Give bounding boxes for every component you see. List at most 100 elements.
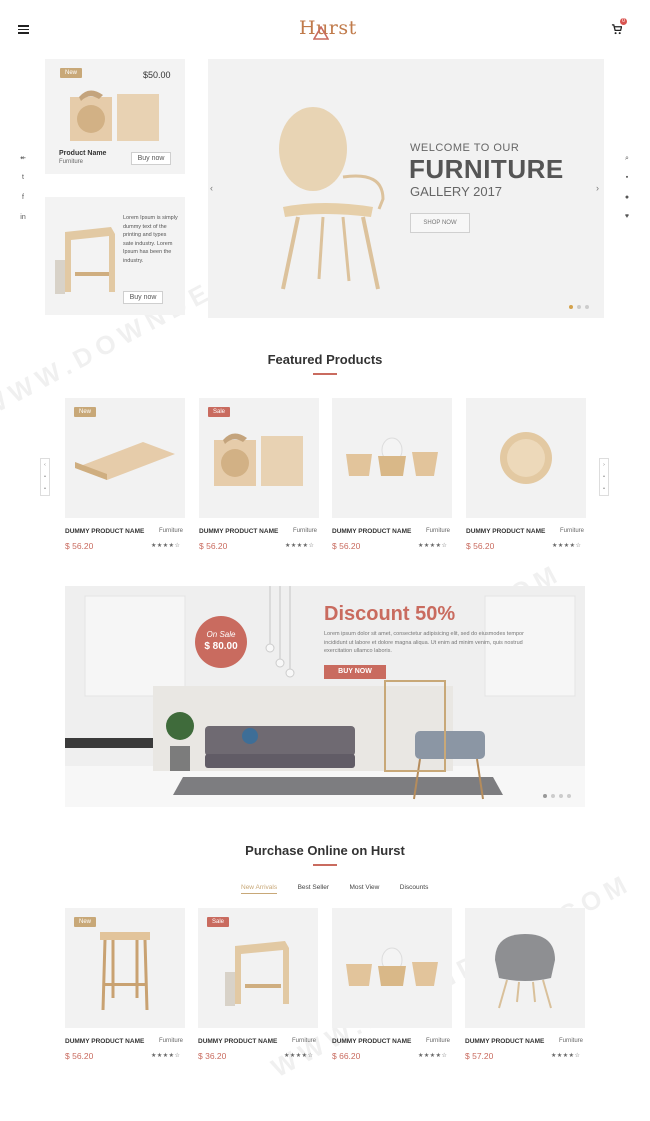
product-rating: ★★★★☆	[418, 1053, 448, 1059]
on-sale-badge: On Sale $ 80.00	[195, 616, 247, 668]
hero-slider[interactable]: WELCOME TO OUR FURNITURE GALLERY 2017 SH…	[208, 59, 604, 318]
product-rating: ★★★★☆	[552, 543, 582, 549]
search-icon[interactable]: ⌕	[623, 155, 631, 163]
product-price: $ 56.20	[199, 541, 228, 551]
discount-text: Lorem ipsum dolor sit amet, consectetur …	[324, 631, 524, 654]
product-image	[465, 908, 585, 1028]
featured-prev-button[interactable]: ‹ • •	[40, 458, 50, 496]
product-name[interactable]: DUMMY PRODUCT NAME	[65, 528, 144, 535]
on-sale-label: On Sale	[206, 630, 236, 639]
product-card[interactable]: DUMMY PRODUCT NAME Furniture $ 56.20 ★★★…	[332, 398, 452, 558]
discount-title: Discount 50%	[324, 603, 456, 625]
banner-dot[interactable]	[567, 794, 571, 798]
sale-badge: Sale	[208, 407, 231, 417]
product-price: $ 56.20	[65, 1051, 94, 1061]
buy-now-button[interactable]: BUY NOW	[324, 665, 386, 679]
product-name[interactable]: DUMMY PRODUCT NAME	[332, 1038, 411, 1045]
product-category: Furniture	[560, 528, 585, 534]
tab-most-view[interactable]: Most View	[349, 884, 379, 891]
promo-card-bottom[interactable]: Lorem Ipsum is simply dummy text of the …	[45, 197, 185, 315]
heart-icon[interactable]: ♥	[623, 213, 631, 221]
product-card[interactable]: DUMMY PRODUCT NAME Furniture $ 57.20 ★★★…	[465, 908, 585, 1068]
promo-price: $50.00	[143, 70, 171, 80]
product-name[interactable]: DUMMY PRODUCT NAME	[199, 528, 278, 535]
product-card[interactable]: Sale DUMMY PRODUCT NAME Furniture $ 36.2…	[198, 908, 318, 1068]
hero-title: FURNITURE	[409, 154, 564, 184]
product-category: Furniture	[559, 1038, 584, 1044]
product-name[interactable]: DUMMY PRODUCT NAME	[65, 1038, 144, 1045]
tab-discounts[interactable]: Discounts	[400, 884, 429, 891]
product-category: Furniture	[159, 1038, 184, 1044]
promo-product-name: Product Name	[59, 150, 107, 157]
twitter-icon[interactable]: t	[19, 174, 27, 182]
hero-chair-image	[279, 107, 385, 290]
product-card[interactable]: DUMMY PRODUCT NAME Furniture $ 66.20 ★★★…	[332, 908, 452, 1068]
menu-icon[interactable]	[18, 25, 29, 34]
product-category: Furniture	[292, 1038, 317, 1044]
promo-description: Lorem Ipsum is simply dummy text of the …	[123, 215, 178, 264]
tab-new-arrivals[interactable]: New Arrivals	[241, 884, 278, 894]
product-card[interactable]: DUMMY PRODUCT NAME Furniture $ 56.20 ★★★…	[466, 398, 586, 558]
product-image	[332, 908, 452, 1028]
on-sale-price: $ 80.00	[204, 641, 238, 652]
product-image	[466, 398, 586, 518]
product-price: $ 56.20	[466, 541, 495, 551]
slider-dot[interactable]	[569, 305, 573, 309]
shop-now-button[interactable]: SHOP NOW	[410, 213, 470, 233]
banner-dot[interactable]	[543, 794, 547, 798]
hero-welcome: WELCOME TO OUR	[410, 142, 520, 154]
featured-title: Featured Products	[267, 352, 383, 367]
product-rating: ★★★★☆	[284, 1053, 314, 1059]
new-badge: New	[60, 68, 83, 78]
purchase-title: Purchase Online on Hurst	[245, 843, 405, 858]
product-card[interactable]: Sale DUMMY PRODUCT NAME Furniture $ 56.2…	[199, 398, 319, 558]
product-category: Furniture	[426, 528, 451, 534]
cart-icon[interactable]: 0	[611, 18, 627, 35]
product-category: Furniture	[293, 528, 318, 534]
product-image	[332, 398, 452, 518]
product-price: $ 56.20	[332, 541, 361, 551]
discount-banner[interactable]: On Sale $ 80.00 Discount 50% Lorem ipsum…	[65, 586, 585, 807]
banner-dot[interactable]	[559, 794, 563, 798]
slider-prev-icon[interactable]: ‹	[210, 183, 213, 193]
linkedin-icon[interactable]: in	[19, 214, 27, 222]
slider-next-icon[interactable]: ›	[596, 183, 599, 193]
featured-next-button[interactable]: › • •	[599, 458, 609, 496]
product-image-stool	[55, 227, 115, 294]
product-price: $ 56.20	[65, 541, 94, 551]
buy-now-button[interactable]: Buy now	[131, 152, 171, 165]
product-name[interactable]: DUMMY PRODUCT NAME	[332, 528, 411, 535]
product-rating: ★★★★☆	[551, 1053, 581, 1059]
title-underline	[313, 864, 337, 866]
product-name[interactable]: DUMMY PRODUCT NAME	[198, 1038, 277, 1045]
tab-best-seller[interactable]: Best Seller	[298, 884, 329, 891]
logo-triangle-icon	[313, 26, 329, 40]
lock-icon[interactable]: ▪	[623, 174, 631, 182]
product-tabs: New Arrivals Best Seller Most View Disco…	[241, 876, 444, 894]
share-icon[interactable]: ↞	[19, 155, 27, 163]
product-category: Furniture	[159, 528, 184, 534]
title-underline	[313, 373, 337, 375]
facebook-icon[interactable]: f	[19, 194, 27, 202]
hero-subtitle: GALLERY 2017	[410, 184, 503, 199]
buy-now-button[interactable]: Buy now	[123, 291, 163, 304]
product-price: $ 57.20	[465, 1051, 494, 1061]
product-price: $ 66.20	[332, 1051, 361, 1061]
product-card[interactable]: New DUMMY PRODUCT NAME Furniture $ 56.20…	[65, 908, 185, 1068]
product-category: Furniture	[426, 1038, 451, 1044]
slider-dot[interactable]	[577, 305, 581, 309]
product-rating: ★★★★☆	[418, 543, 448, 549]
banner-dot[interactable]	[551, 794, 555, 798]
sale-badge: Sale	[207, 917, 230, 927]
product-image-wood-speaker	[70, 90, 159, 141]
product-card[interactable]: New DUMMY PRODUCT NAME Furniture $ 56.20…	[65, 398, 185, 558]
product-price: $ 36.20	[198, 1051, 227, 1061]
logo[interactable]: Hurst	[299, 17, 356, 43]
product-name[interactable]: DUMMY PRODUCT NAME	[466, 528, 545, 535]
user-icon[interactable]: ●	[623, 194, 631, 202]
new-badge: New	[74, 407, 97, 417]
slider-dot[interactable]	[585, 305, 589, 309]
product-name[interactable]: DUMMY PRODUCT NAME	[465, 1038, 544, 1045]
promo-card-top[interactable]: New $50.00 Product Name Furniture Buy no…	[45, 59, 185, 174]
product-rating: ★★★★☆	[151, 543, 181, 549]
